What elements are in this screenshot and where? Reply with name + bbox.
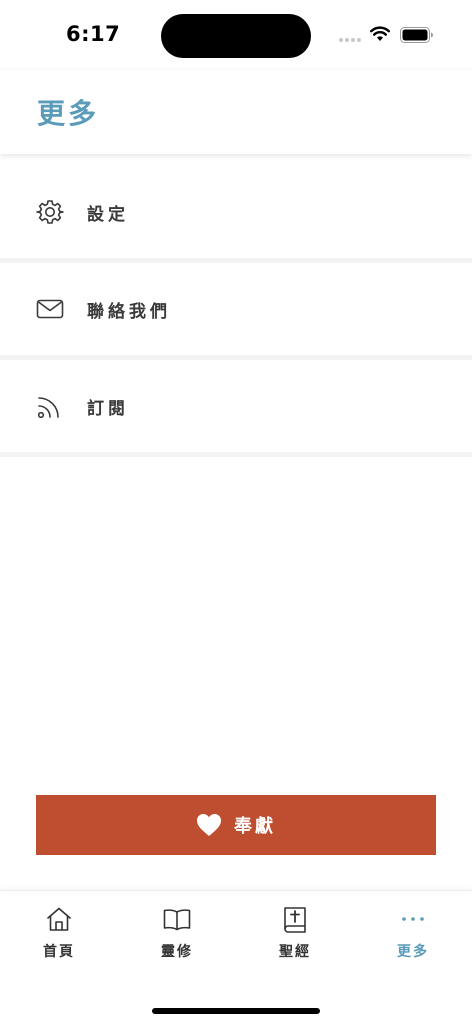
gear-icon — [36, 200, 64, 224]
screen: 6:17 更多 設定 聯絡我們 訂閱 奉獻 首頁 靈修 聖經 更多 — [0, 0, 472, 1024]
offering-button[interactable]: 奉獻 — [36, 795, 436, 855]
tab-devotion[interactable]: 靈修 — [118, 905, 236, 965]
mail-icon — [36, 299, 64, 319]
menu-label-contact-us: 聯絡我們 — [87, 301, 171, 322]
battery-icon — [400, 27, 433, 43]
menu-item-contact-us[interactable]: 聯絡我們 — [0, 263, 472, 360]
status-time: 6:17 — [66, 22, 121, 46]
menu-label-settings: 設定 — [87, 204, 129, 225]
tab-label-devotion: 靈修 — [161, 944, 193, 960]
book-icon — [163, 909, 191, 931]
page-title: 更多 — [37, 97, 100, 130]
header: 更多 — [0, 70, 472, 154]
tab-bible[interactable]: 聖經 — [236, 905, 354, 965]
home-icon — [47, 907, 71, 931]
tab-label-bible: 聖經 — [279, 944, 311, 960]
tab-label-more: 更多 — [397, 944, 429, 960]
menu-list: 設定 聯絡我們 訂閱 — [0, 166, 472, 457]
status-bar: 6:17 — [0, 0, 472, 70]
heart-icon — [197, 814, 221, 836]
more-icon — [402, 917, 424, 921]
bible-icon — [284, 907, 306, 933]
cellular-signal-icon — [339, 38, 363, 42]
rss-icon — [37, 397, 59, 419]
menu-label-subscribe: 訂閱 — [87, 398, 129, 419]
home-indicator[interactable] — [152, 1008, 320, 1014]
menu-item-settings[interactable]: 設定 — [0, 166, 472, 263]
tab-label-home: 首頁 — [43, 944, 75, 960]
tab-home[interactable]: 首頁 — [0, 905, 118, 965]
tab-bar: 首頁 靈修 聖經 更多 — [0, 890, 472, 1024]
wifi-icon — [370, 26, 390, 41]
tab-more[interactable]: 更多 — [354, 905, 472, 965]
dynamic-island — [161, 14, 311, 58]
offering-label: 奉獻 — [234, 816, 276, 837]
menu-item-subscribe[interactable]: 訂閱 — [0, 360, 472, 457]
